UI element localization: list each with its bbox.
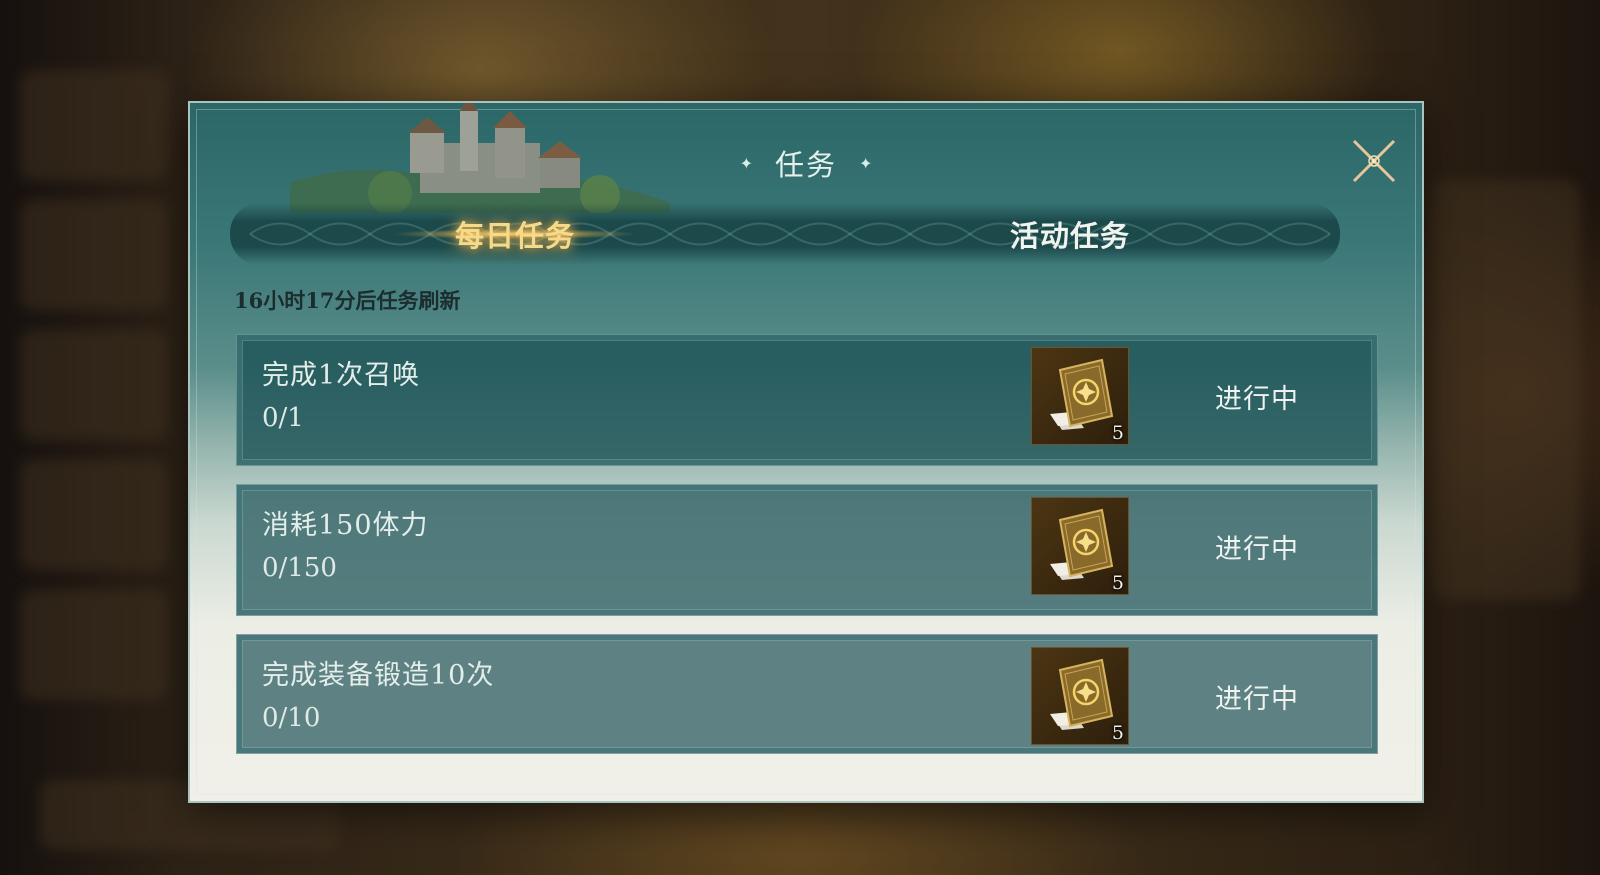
reward-item[interactable]: 5 — [1031, 347, 1129, 445]
task-status: 进行中 — [1215, 384, 1299, 415]
task-progress: 0/1 — [262, 403, 304, 433]
tab-daily-tasks[interactable]: 每日任务 — [395, 203, 635, 265]
task-dialog: ✦ 任务 ✦ 每日任务 活动任务 16小时17分后任务刷新 完成1次召唤 0/1… — [188, 101, 1424, 803]
tab-bar: 每日任务 活动任务 — [230, 203, 1340, 265]
reward-item[interactable]: 5 — [1031, 497, 1129, 595]
close-icon — [1352, 139, 1396, 183]
reward-count: 5 — [1111, 722, 1124, 744]
task-name: 消耗150体力 — [262, 510, 429, 541]
diamond-right-icon: ✦ — [859, 153, 873, 173]
close-button[interactable] — [1346, 133, 1402, 189]
task-name: 完成1次召唤 — [262, 360, 421, 391]
tab-event-tasks[interactable]: 活动任务 — [970, 203, 1170, 265]
reward-item[interactable]: 5 — [1031, 647, 1129, 745]
tab-daily-label: 每日任务 — [454, 219, 575, 253]
task-progress: 0/10 — [262, 703, 321, 733]
reward-count: 5 — [1111, 572, 1124, 594]
tab-event-label: 活动任务 — [1009, 219, 1130, 253]
task-row: 消耗150体力 0/150 5 进行中 — [236, 484, 1378, 616]
dialog-header: ✦ 任务 ✦ — [190, 145, 1422, 182]
task-name: 完成装备锻造10次 — [262, 660, 495, 691]
diamond-left-icon: ✦ — [739, 153, 753, 173]
reward-count: 5 — [1111, 422, 1124, 444]
task-progress: 0/150 — [262, 553, 337, 583]
task-status: 进行中 — [1215, 684, 1299, 715]
dialog-title: 任务 — [774, 148, 837, 182]
task-row: 完成装备锻造10次 0/10 5 进行中 — [236, 634, 1378, 754]
task-row: 完成1次召唤 0/1 5 进行中 — [236, 334, 1378, 466]
task-status: 进行中 — [1215, 534, 1299, 565]
refresh-timer: 16小时17分后任务刷新 — [234, 288, 461, 313]
